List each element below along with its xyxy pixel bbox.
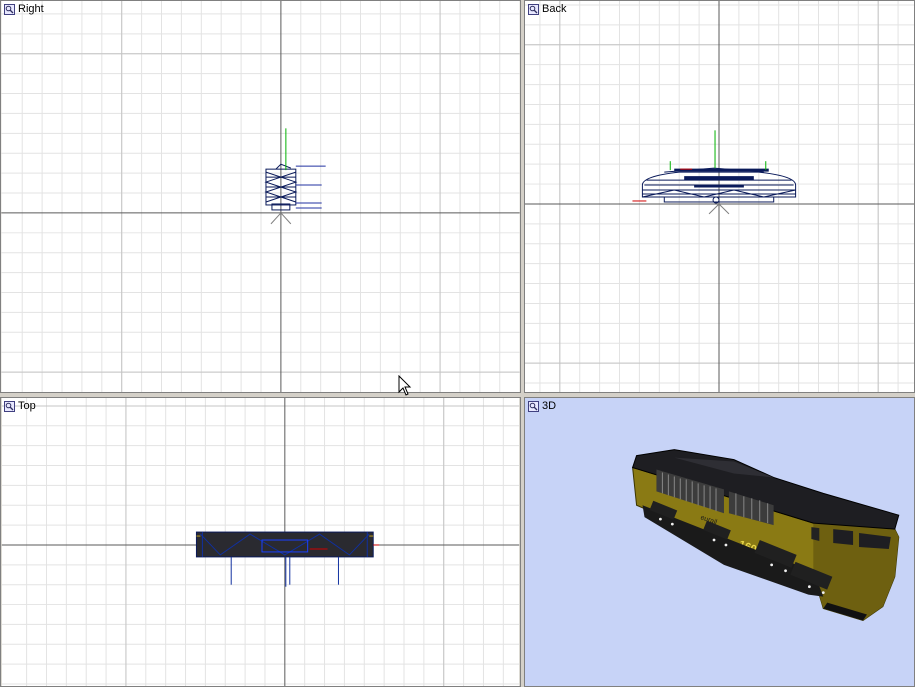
magnifier-icon[interactable]	[528, 400, 539, 412]
3d-view-canvas[interactable]: eurail 1606	[525, 398, 914, 686]
viewport-title: Back	[542, 3, 567, 15]
viewport-title: Top	[18, 400, 36, 412]
viewport-title: 3D	[542, 400, 557, 412]
back-view-canvas[interactable]	[525, 1, 914, 392]
viewport-title: Right	[18, 3, 44, 15]
top-view-canvas[interactable]	[1, 398, 520, 686]
magnifier-icon[interactable]	[4, 3, 15, 15]
viewport-top[interactable]: Top	[0, 397, 521, 687]
viewport-3d-header: 3D	[528, 400, 556, 412]
viewport-back[interactable]: Back	[524, 0, 915, 393]
viewport-workspace: Right Back Top eurail 3D	[0, 0, 915, 687]
right-view-canvas[interactable]	[1, 1, 520, 392]
viewport-right[interactable]: Right	[0, 0, 521, 393]
viewport-right-header: Right	[4, 3, 44, 15]
viewport-top-header: Top	[4, 400, 36, 412]
mouse-pointer-icon	[398, 375, 412, 396]
viewport-3d[interactable]: eurail 1606	[524, 397, 915, 687]
magnifier-icon[interactable]	[528, 3, 539, 15]
magnifier-icon[interactable]	[4, 400, 15, 412]
viewport-back-header: Back	[528, 3, 566, 15]
